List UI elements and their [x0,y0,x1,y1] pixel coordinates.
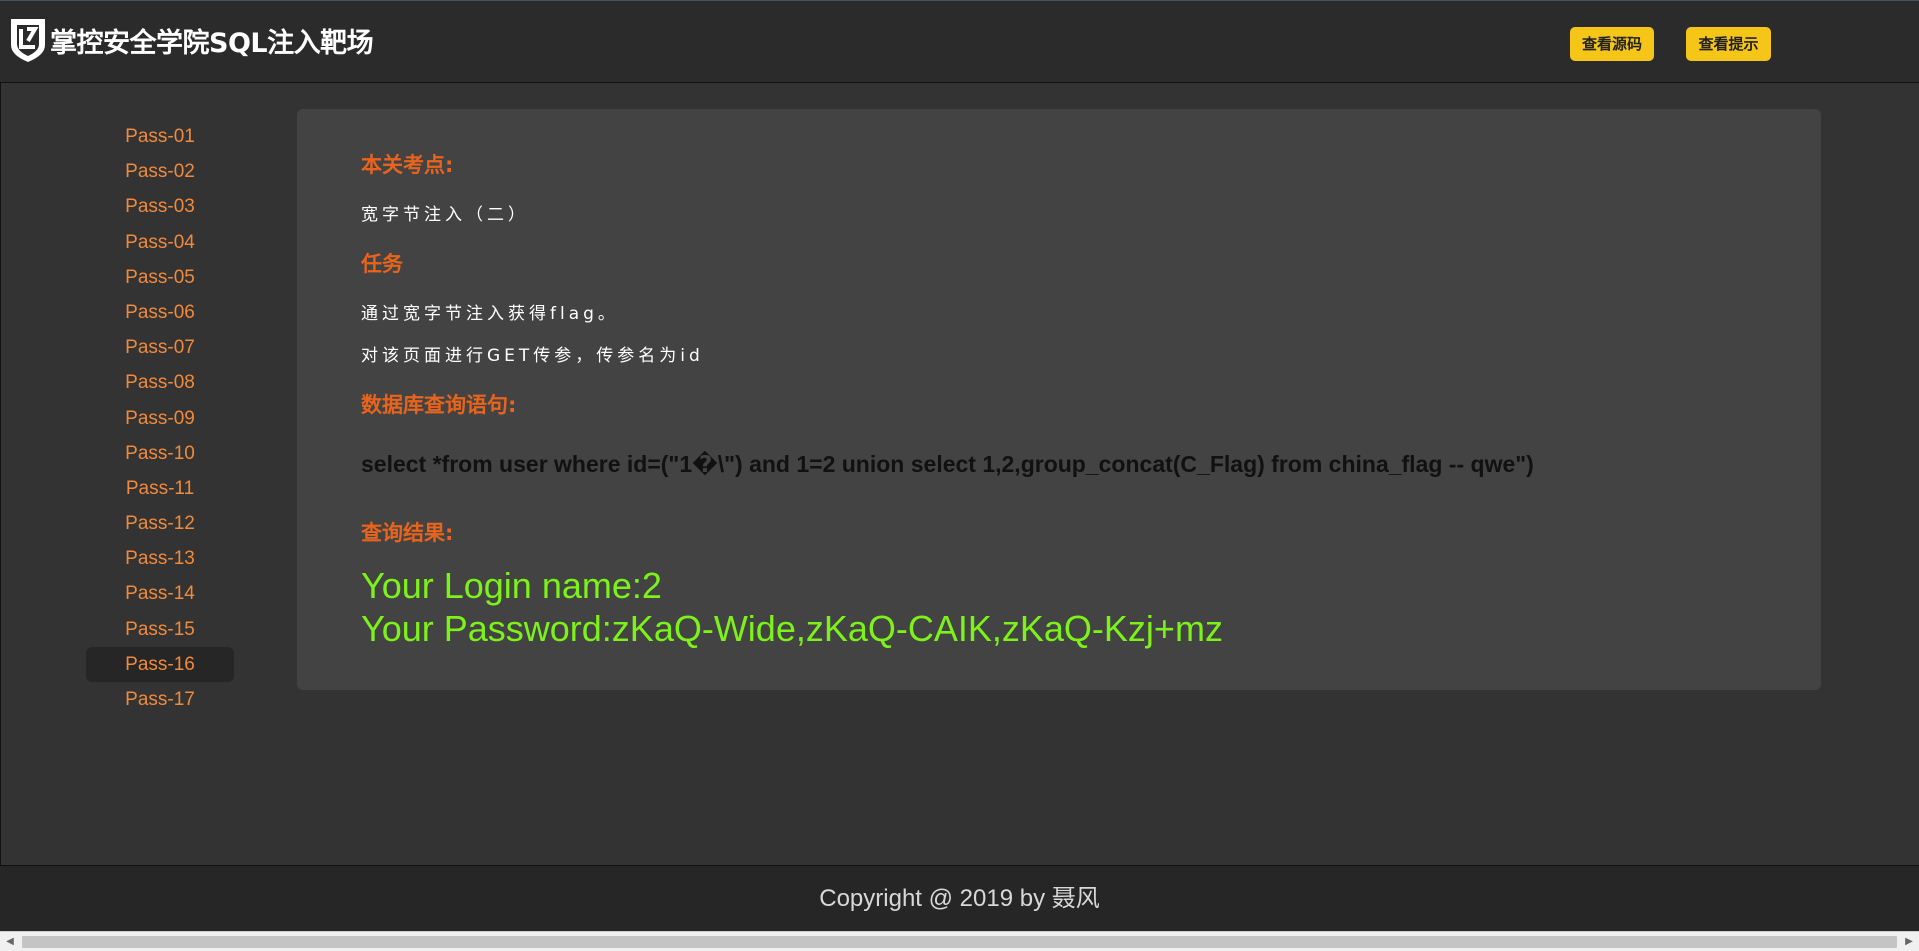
sidebar-nav: Pass-01 Pass-02 Pass-03 Pass-04 Pass-05 … [86,119,234,717]
footer: Copyright @ 2019 by 聂风 [0,865,1919,931]
sidebar-item-pass-07[interactable]: Pass-07 [86,330,234,365]
result-heading: 查询结果: [361,521,454,545]
sidebar-item-pass-06[interactable]: Pass-06 [86,295,234,330]
sidebar-item-pass-15[interactable]: Pass-15 [86,612,234,647]
header-bar: 掌控安全学院SQL注入靶场 查看源码 查看提示 [0,0,1919,83]
sidebar-item-pass-13[interactable]: Pass-13 [86,541,234,576]
sidebar-item-pass-12[interactable]: Pass-12 [86,506,234,541]
sidebar-item-pass-08[interactable]: Pass-08 [86,365,234,400]
task-line-1: 通过宽字节注入获得flag。 [361,304,619,324]
shield-logo-icon [11,19,45,62]
sidebar-item-pass-09[interactable]: Pass-09 [86,401,234,436]
content-panel: 本关考点: 宽字节注入（二） 任务 通过宽字节注入获得flag。 对该页面进行G… [297,109,1821,690]
sidebar-item-pass-01[interactable]: Pass-01 [86,119,234,154]
sidebar-item-pass-14[interactable]: Pass-14 [86,576,234,611]
sidebar-item-pass-17[interactable]: Pass-17 [86,682,234,717]
result-login-name: Your Login name:2 [361,565,662,606]
query-heading: 数据库查询语句: [361,393,517,417]
chevron-left-icon[interactable]: ◀ [2,935,18,949]
topic-heading: 本关考点: [361,153,454,177]
query-statement: select *from user where id=("1�\") and 1… [361,451,1534,477]
site-title: 掌控安全学院SQL注入靶场 [50,27,374,59]
scrollbar-thumb[interactable] [22,936,1897,948]
sidebar-item-pass-05[interactable]: Pass-05 [86,260,234,295]
site-logo[interactable]: 掌控安全学院SQL注入靶场 [8,17,374,63]
view-source-button[interactable]: 查看源码 [1570,27,1654,61]
task-heading: 任务 [361,252,403,276]
result-password: Your Password:zKaQ-Wide,zKaQ-CAIK,zKaQ-K… [361,608,1223,649]
view-hint-button[interactable]: 查看提示 [1686,27,1771,61]
left-border [0,83,1,865]
task-line-2: 对该页面进行GET传参，传参名为id [361,346,704,366]
sidebar-item-pass-02[interactable]: Pass-02 [86,154,234,189]
sidebar-item-pass-03[interactable]: Pass-03 [86,189,234,224]
app-root: 掌控安全学院SQL注入靶场 查看源码 查看提示 Pass-01 Pass-02 … [0,0,1919,951]
topic-text: 宽字节注入（二） [361,205,529,225]
copyright-text: Copyright @ 2019 by 聂风 [819,885,1100,912]
sidebar-item-pass-11[interactable]: Pass-11 [86,471,234,506]
sidebar-item-pass-04[interactable]: Pass-04 [86,225,234,260]
horizontal-scrollbar[interactable]: ◀ ▶ [0,931,1919,951]
sidebar-item-pass-16[interactable]: Pass-16 [86,646,234,682]
chevron-right-icon[interactable]: ▶ [1901,935,1917,949]
sidebar-item-pass-10[interactable]: Pass-10 [86,436,234,471]
